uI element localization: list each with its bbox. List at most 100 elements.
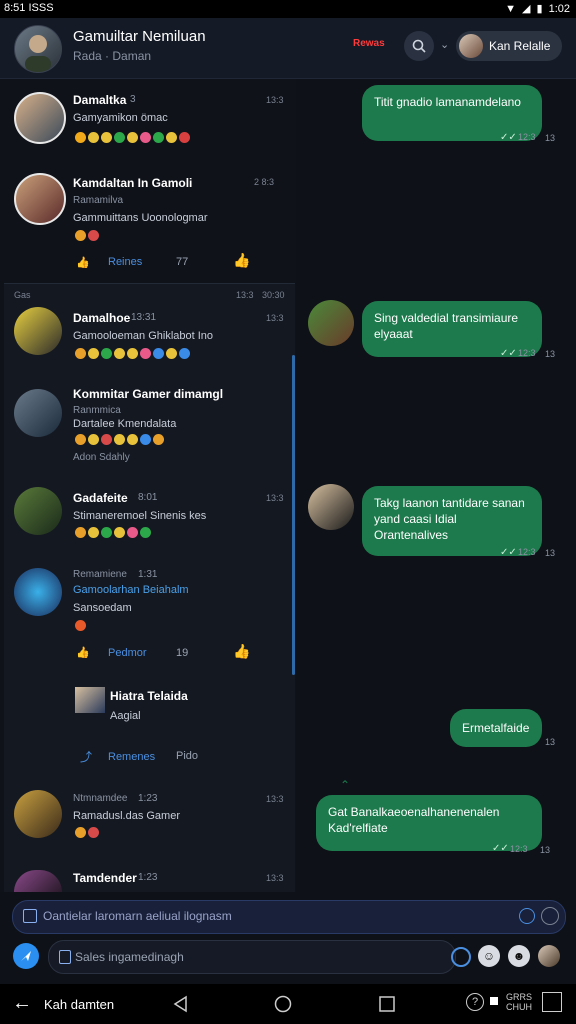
avatar[interactable]: [14, 389, 62, 437]
message-bubble[interactable]: Ermetalfaide: [450, 709, 542, 747]
reply-button[interactable]: Reines: [108, 256, 142, 268]
like-icon[interactable]: 👍: [76, 643, 90, 661]
timer-icon[interactable]: [541, 907, 559, 925]
reaction-row[interactable]: [75, 434, 164, 445]
comment-text: Gamyamikon ömac: [73, 112, 168, 124]
avatar[interactable]: [14, 92, 66, 144]
group-avatar[interactable]: [14, 25, 62, 73]
user-avatar: [459, 34, 483, 58]
message-text: Ermetalfaide: [462, 721, 530, 735]
square-icon[interactable]: [490, 997, 498, 1005]
reaction-row[interactable]: [75, 348, 190, 359]
chat-subtitle: Rada · Daman: [73, 49, 152, 63]
status-bar: 8:51 ISSS ▼ ◢ ▮ 1:02: [0, 0, 576, 18]
read-receipt-icon: ✓✓: [500, 547, 517, 558]
reaction-row[interactable]: [75, 527, 151, 538]
react-count[interactable]: 77: [176, 256, 188, 268]
share-icon[interactable]: 👍: [233, 252, 250, 269]
reaction-row[interactable]: [75, 230, 99, 241]
comment-meta: 3: [130, 94, 136, 105]
comment-text: Aagial: [110, 710, 141, 722]
comment-meta: 13:31: [131, 312, 157, 323]
battery-icon: ▮: [536, 3, 543, 15]
chevron-down-icon[interactable]: ⌄: [440, 38, 449, 51]
reply-button[interactable]: Pedmor: [108, 647, 147, 659]
panel-label: Gas: [14, 290, 31, 300]
comment-author[interactable]: Kommitar Gamer dimamgl: [73, 387, 223, 401]
read-receipt-icon: ✓✓: [492, 843, 509, 854]
live-badge: Rewas: [353, 38, 385, 49]
comment-author[interactable]: Tamdender: [73, 871, 137, 885]
avatar[interactable]: [308, 484, 354, 530]
profile-avatar[interactable]: [538, 945, 560, 967]
comment-meta: 1:31: [138, 569, 158, 580]
reply-button[interactable]: Remenes: [108, 751, 155, 763]
send-icon: [21, 951, 31, 961]
avatar[interactable]: [14, 790, 62, 838]
message-placeholder: Oantielar laromarn aeliual ilognasm: [43, 909, 232, 923]
like-icon[interactable]: 👍: [76, 253, 90, 271]
message-side: 13: [545, 737, 556, 747]
reaction-row[interactable]: [75, 827, 99, 838]
message-side: 13: [540, 845, 551, 855]
status-time-left: 8:51 ISSS: [4, 2, 54, 14]
avatar[interactable]: [14, 173, 66, 225]
comment-text: Stimaneremoel Sinenis kes: [73, 510, 207, 522]
nav-home-icon[interactable]: [274, 995, 292, 1013]
nav-right-label: GRRS CHUH: [506, 992, 533, 1012]
avatar[interactable]: [75, 687, 105, 713]
comment-meta: Ranmmica: [73, 405, 121, 416]
avatar[interactable]: [14, 568, 62, 616]
user-name: Kan Relalle: [489, 39, 551, 53]
read-receipt-icon: ✓✓: [500, 132, 517, 143]
navigation-bar: ← Kah damten ? GRRS CHUH: [0, 984, 576, 1024]
attach-icon[interactable]: [519, 908, 535, 924]
chevron-up-icon[interactable]: ⌃: [340, 778, 350, 792]
avatar[interactable]: [14, 487, 62, 535]
scrollbar[interactable]: [292, 355, 295, 675]
help-icon[interactable]: ?: [466, 993, 484, 1011]
comment-time: 2 8:3: [254, 177, 275, 187]
panel-time: 13:3: [236, 290, 254, 300]
message-time: 12:3: [518, 132, 536, 142]
comment-author[interactable]: Kamdaltan In Gamoli: [73, 176, 192, 190]
document-icon: [23, 909, 37, 923]
emoji-icon[interactable]: ☺: [478, 945, 500, 967]
send-button[interactable]: [13, 943, 39, 969]
message-text: Titit gnadio lamanamdelano: [374, 95, 521, 109]
user-chip[interactable]: Kan Relalle: [456, 31, 562, 61]
sticker-icon[interactable]: ☻: [508, 945, 530, 967]
reaction-row[interactable]: [75, 132, 190, 143]
comment-author[interactable]: Damaltka: [73, 93, 126, 107]
reaction-row[interactable]: [75, 620, 86, 631]
reply-icon[interactable]: ⤴: [80, 748, 92, 765]
nav-back-icon[interactable]: [172, 995, 190, 1013]
search-button[interactable]: [404, 31, 434, 61]
comment-text: Gamoolarhan Beiahalm: [73, 584, 189, 596]
react-count[interactable]: Pido: [176, 750, 198, 762]
comment-author[interactable]: Gadafeite: [73, 491, 128, 505]
comment-text: Gammuittans Uoonologmar: [73, 212, 208, 224]
comment-author[interactable]: Ntmnamdee: [73, 793, 127, 804]
comment-author[interactable]: Hiatra Telaida: [110, 689, 188, 703]
comment-author[interactable]: Remamiene: [73, 569, 127, 580]
back-label[interactable]: Kah damten: [44, 997, 114, 1012]
message-input-top[interactable]: Oantielar laromarn aeliual ilognasm: [12, 900, 566, 934]
comment-extra: Adon Sdahly: [73, 452, 130, 463]
react-count[interactable]: 19: [176, 647, 188, 659]
avatar[interactable]: [14, 307, 62, 355]
message-bubble[interactable]: Takg laanon tantidare sanan yand caasi I…: [362, 486, 542, 556]
message-text: Sing valdedial transimiaure elyaaat: [374, 311, 519, 342]
menu-icon[interactable]: [542, 992, 562, 1012]
comment-text: Gamooloeman Ghiklabot Ino: [73, 330, 214, 342]
message-input[interactable]: Sales ingamedinagh: [48, 940, 456, 974]
nav-recents-icon[interactable]: [378, 995, 396, 1013]
avatar[interactable]: [308, 300, 354, 346]
mic-icon[interactable]: [451, 947, 471, 967]
comment-author[interactable]: Damalhoe: [73, 311, 130, 325]
message-text: Gat Banalkaeoenalhanenenalen Kad'relfiat…: [328, 805, 500, 836]
share-icon[interactable]: 👍: [233, 643, 250, 660]
file-icon: [59, 950, 71, 964]
panel-time-2: 30:30: [262, 290, 285, 300]
back-arrow-icon[interactable]: ←: [12, 992, 32, 1015]
